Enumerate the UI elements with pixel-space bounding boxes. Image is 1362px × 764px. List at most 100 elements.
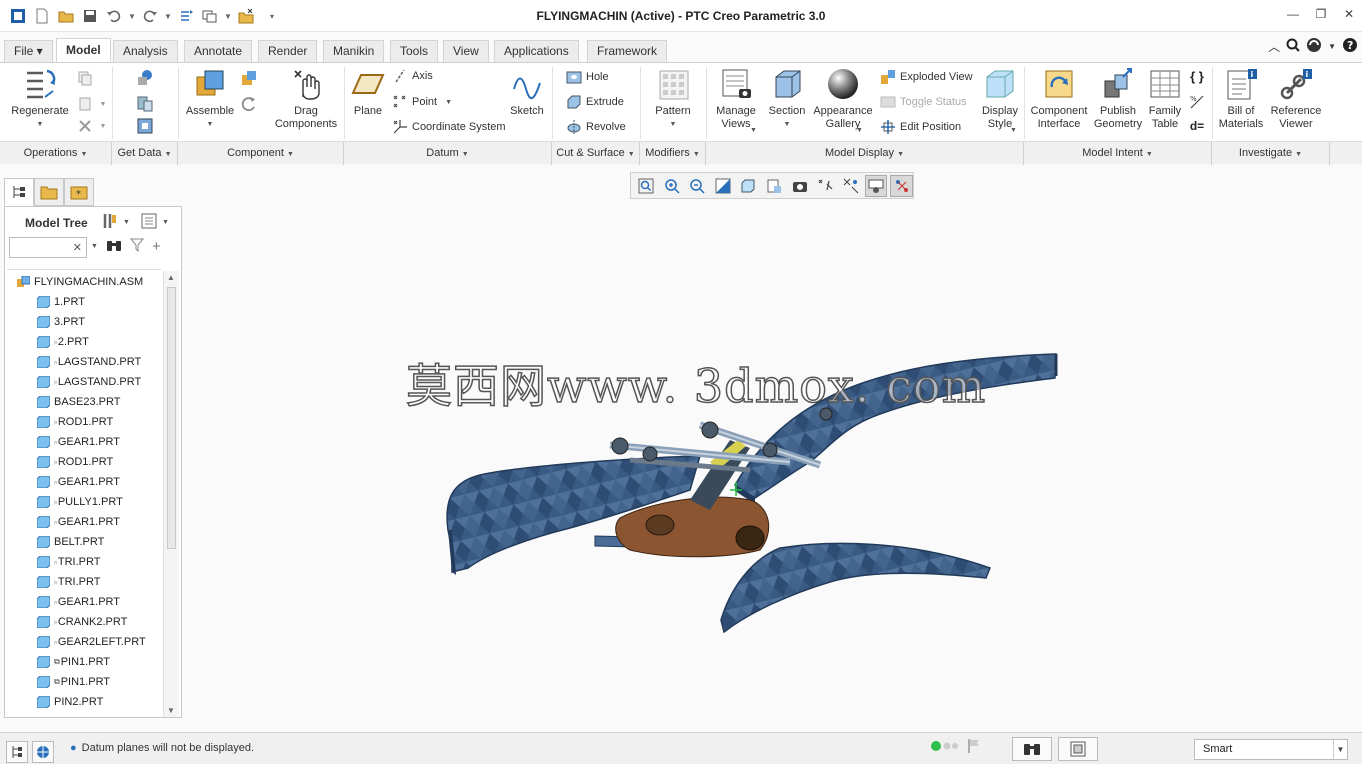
filter-icon[interactable]: [129, 238, 145, 255]
tab-tools[interactable]: Tools: [390, 40, 439, 62]
search-icon[interactable]: [1286, 38, 1300, 55]
tree-root[interactable]: FLYINGMACHIN.ASM: [17, 272, 143, 292]
appearance-dropdown-icon[interactable]: ▼: [856, 127, 863, 134]
tree-item[interactable]: ▫ TRI.PRT: [36, 572, 100, 592]
scroll-up-icon[interactable]: ▲: [167, 273, 175, 282]
parameters-icon[interactable]: d=: [1188, 117, 1206, 135]
point-button[interactable]: Point ▼: [392, 93, 452, 111]
exploded-view-button[interactable]: Exploded View: [880, 68, 973, 86]
tree-item[interactable]: ⧉ PIN1.PRT: [36, 652, 110, 672]
paste-icon[interactable]: [76, 95, 94, 113]
model-tree-tab[interactable]: [4, 178, 34, 206]
show-icon[interactable]: [140, 212, 158, 233]
group-model-intent[interactable]: Model Intent ▼: [1024, 142, 1212, 165]
create-component-icon[interactable]: [240, 69, 258, 87]
filter-dropdown-icon[interactable]: ▼: [1333, 740, 1347, 759]
tab-framework[interactable]: Framework: [587, 40, 668, 62]
group-investigate[interactable]: Investigate ▼: [1212, 142, 1330, 165]
tab-applications[interactable]: Applications: [494, 40, 579, 62]
regenerate-button[interactable]: Regenerate ▼: [8, 67, 72, 131]
component-interface-button[interactable]: Component Interface: [1028, 67, 1090, 131]
collapse-ribbon-icon[interactable]: ︿: [1268, 38, 1280, 55]
tab-annotate[interactable]: Annotate: [184, 40, 253, 62]
find-binoculars-icon[interactable]: [106, 238, 122, 255]
tree-item[interactable]: PIN2.PRT: [36, 692, 103, 712]
datum-display-filters-icon[interactable]: [839, 175, 862, 197]
show-navigator-icon[interactable]: [6, 741, 28, 763]
group-component[interactable]: Component ▼: [178, 142, 344, 165]
repaint-icon[interactable]: [712, 175, 735, 197]
tree-item[interactable]: ▫ PULLY1.PRT: [36, 492, 123, 512]
group-get-data[interactable]: Get Data ▼: [112, 142, 178, 165]
tab-render[interactable]: Render: [258, 40, 318, 62]
group-modifiers[interactable]: Modifiers ▼: [640, 142, 706, 165]
toggle-status-button[interactable]: Toggle Status: [880, 93, 967, 111]
close-icon[interactable]: ✕: [1342, 7, 1356, 21]
folder-browser-tab[interactable]: [34, 178, 64, 206]
minimize-icon[interactable]: —: [1286, 7, 1300, 21]
hole-button[interactable]: Hole: [566, 68, 609, 86]
appearance-gallery-button[interactable]: Appearance Gallery: [812, 67, 874, 131]
annotation-display-icon[interactable]: [864, 174, 888, 197]
delete-dropdown-icon[interactable]: ▼: [94, 117, 112, 135]
regenerate-dropdown-icon[interactable]: ▼: [37, 118, 44, 131]
pattern-button[interactable]: Pattern ▼: [650, 67, 696, 131]
find-button[interactable]: [1012, 737, 1052, 761]
tab-analysis[interactable]: Analysis: [113, 40, 178, 62]
zoom-in-icon[interactable]: [661, 175, 684, 197]
delete-icon[interactable]: [76, 117, 94, 135]
tree-item[interactable]: ▫ GEAR1.PRT: [36, 512, 120, 532]
display-style-button[interactable]: Display Style: [978, 67, 1022, 131]
manage-views-button[interactable]: Manage Views: [712, 67, 760, 131]
tree-item[interactable]: ▫ GEAR1.PRT: [36, 592, 120, 612]
tree-item[interactable]: ▫ ROD1.PRT: [36, 452, 113, 472]
scroll-down-icon[interactable]: ▼: [167, 706, 175, 715]
tree-item[interactable]: ▫ LAGSTAND.PRT: [36, 372, 141, 392]
coordinate-system-button[interactable]: Coordinate System: [392, 118, 506, 136]
tree-item[interactable]: 3.PRT: [36, 312, 85, 332]
refit-icon[interactable]: [635, 175, 658, 197]
tab-manikin[interactable]: Manikin: [323, 40, 385, 62]
view-manager-icon[interactable]: [788, 175, 811, 197]
extrude-button[interactable]: Extrude: [566, 93, 624, 111]
section-button[interactable]: Section ▼: [766, 67, 808, 131]
tree-item[interactable]: ⧉ PIN1.PRT: [36, 672, 110, 692]
flag-icon[interactable]: [966, 738, 982, 757]
show-browser-icon[interactable]: [32, 741, 54, 763]
sketch-button[interactable]: Sketch: [506, 67, 548, 118]
clear-search-icon[interactable]: ✕: [73, 241, 82, 254]
axis-button[interactable]: Axis: [392, 67, 433, 85]
selection-filter-select[interactable]: Smart ▼: [1194, 739, 1348, 760]
shrinkwrap-icon[interactable]: [136, 117, 154, 135]
graphics-area[interactable]: 莫西网www. 3dmox. com: [190, 200, 1362, 728]
tree-item[interactable]: ▫ ROD1.PRT: [36, 412, 113, 432]
tree-item[interactable]: ▫ 2.PRT: [36, 332, 89, 352]
tree-item[interactable]: ▫ GEAR1.PRT: [36, 432, 120, 452]
revolve-button[interactable]: Revolve: [566, 118, 626, 136]
tab-file[interactable]: File ▾: [4, 40, 53, 62]
family-table-button[interactable]: Family Table: [1144, 67, 1186, 131]
tab-view[interactable]: View: [443, 40, 489, 62]
search-dropdown-icon[interactable]: ▼: [91, 243, 98, 250]
paste-dropdown-icon[interactable]: ▼: [94, 95, 112, 113]
user-defined-feature-icon[interactable]: [136, 69, 154, 87]
display-style-dropdown-icon[interactable]: ▼: [1010, 127, 1017, 134]
pattern-dropdown-icon[interactable]: ▼: [670, 118, 677, 131]
tree-search-input[interactable]: ✕: [9, 237, 87, 258]
help-icon[interactable]: ?: [1342, 37, 1358, 56]
bill-of-materials-button[interactable]: i Bill of Materials: [1214, 67, 1268, 131]
tab-model[interactable]: Model: [56, 38, 111, 62]
publish-geometry-button[interactable]: Publish Geometry: [1092, 67, 1144, 131]
plane-button[interactable]: Plane: [348, 67, 388, 118]
tree-item[interactable]: ▫ TRI.PRT: [36, 552, 100, 572]
regen-status-icon[interactable]: [930, 739, 958, 756]
display-style-icon[interactable]: [737, 175, 760, 197]
settings-dropdown-icon[interactable]: ▼: [123, 219, 130, 226]
tree-item[interactable]: 1.PRT: [36, 292, 85, 312]
edit-position-button[interactable]: Edit Position: [880, 118, 961, 136]
tree-item[interactable]: ▫ CRANK2.PRT: [36, 612, 127, 632]
drag-components-button[interactable]: Drag Components: [270, 67, 342, 131]
add-column-icon[interactable]: +: [152, 238, 161, 255]
saved-orientations-icon[interactable]: [763, 175, 786, 197]
spin-center-icon[interactable]: [890, 174, 914, 197]
